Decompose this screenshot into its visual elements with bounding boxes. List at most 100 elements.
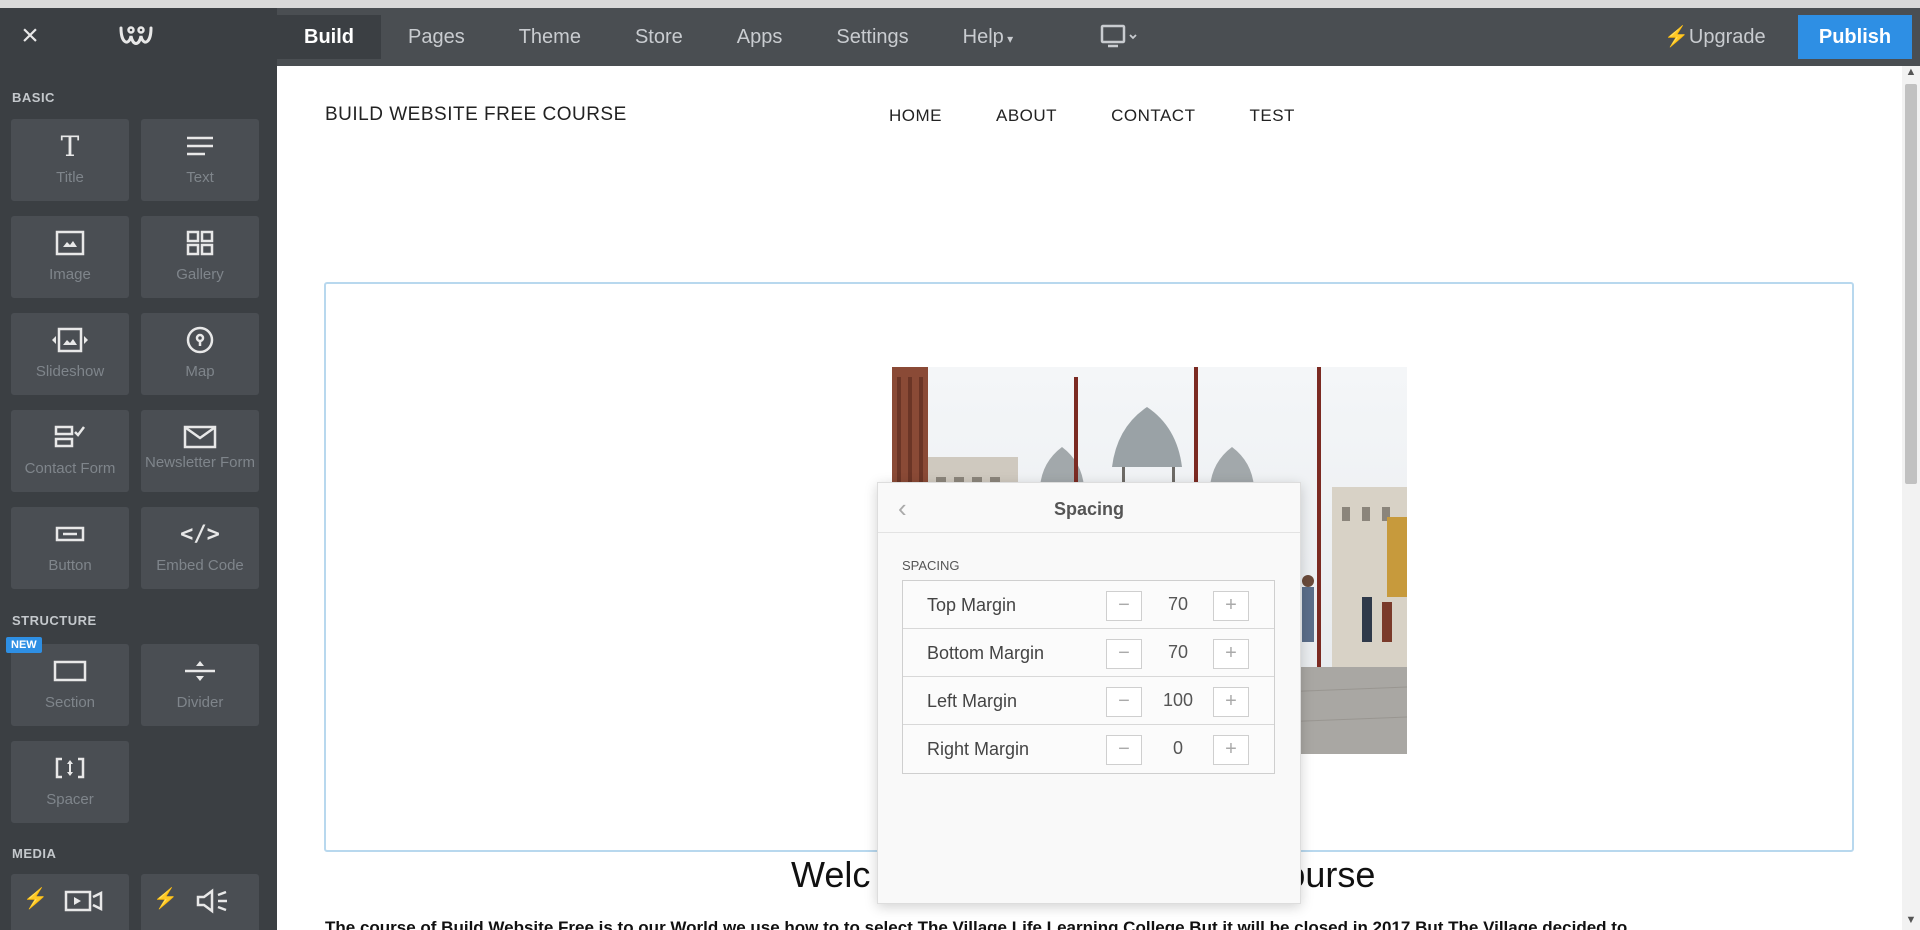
element-newsletter-form-label: Newsletter Form: [144, 454, 256, 471]
spacing-popover: ‹ Spacing SPACING Top Margin − 70 + Bott…: [877, 482, 1301, 904]
element-contact-form-label: Contact Form: [24, 460, 116, 477]
tab-build[interactable]: Build: [277, 15, 381, 59]
chevron-down-icon: ▾: [1003, 32, 1014, 46]
section-heading-media: MEDIA: [12, 846, 57, 861]
decrement-button[interactable]: −: [1106, 735, 1142, 765]
element-map-label: Map: [185, 363, 215, 380]
envelope-icon: [141, 422, 259, 452]
element-spacer[interactable]: Spacer: [11, 741, 129, 823]
element-image[interactable]: Image: [11, 216, 129, 298]
decrement-button[interactable]: −: [1106, 639, 1142, 669]
element-slideshow[interactable]: Slideshow: [11, 313, 129, 395]
site-nav-contact[interactable]: CONTACT: [1111, 106, 1195, 126]
spacing-row-label: Top Margin: [927, 595, 1017, 615]
tab-settings[interactable]: Settings: [809, 8, 935, 66]
spacing-row-label: Right Margin: [927, 739, 1030, 759]
site-nav-home[interactable]: HOME: [889, 106, 942, 126]
spacing-value-input[interactable]: 0: [1143, 738, 1213, 759]
intro-paragraph[interactable]: The course of Build Website Free is to o…: [325, 918, 1627, 930]
site-nav: HOME ABOUT CONTACT TEST: [889, 106, 1349, 126]
upgrade-button[interactable]: ⚡Upgrade: [1664, 8, 1766, 66]
speaker-icon: [155, 886, 273, 916]
decrement-button[interactable]: −: [1106, 687, 1142, 717]
spacing-row-right-margin: Right Margin − 0 +: [903, 725, 1274, 773]
element-spacer-label: Spacer: [46, 791, 94, 808]
tab-pages[interactable]: Pages: [381, 8, 492, 66]
element-text-label: Text: [186, 169, 214, 186]
tab-help[interactable]: Help ▾: [936, 8, 1041, 66]
spacing-row-bottom-margin: Bottom Margin − 70 +: [903, 629, 1274, 677]
element-title-label: Title: [56, 169, 84, 186]
spacing-row-left-margin: Left Margin − 100 +: [903, 677, 1274, 725]
element-newsletter-form[interactable]: Newsletter Form: [141, 410, 259, 492]
elements-sidebar: BASIC T Title Text Image Gallery Slidesh…: [0, 66, 277, 930]
tab-theme[interactable]: Theme: [492, 8, 608, 66]
bolt-icon: ⚡: [1664, 26, 1689, 48]
element-video[interactable]: ⚡: [11, 874, 129, 930]
code-icon: </>: [180, 521, 220, 547]
tab-help-label: Help: [962, 26, 1004, 48]
site-nav-test[interactable]: TEST: [1249, 106, 1294, 126]
spacing-value-input[interactable]: 70: [1143, 642, 1213, 663]
element-button-label: Button: [48, 557, 92, 574]
video-icon: [25, 886, 143, 916]
increment-button[interactable]: +: [1213, 639, 1249, 669]
close-icon[interactable]: ×: [16, 21, 44, 51]
element-divider[interactable]: Divider: [141, 644, 259, 726]
section-heading-basic: BASIC: [12, 90, 55, 105]
spacing-row-top-margin: Top Margin − 70 +: [903, 581, 1274, 629]
popover-title: Spacing: [1053, 499, 1124, 519]
increment-button[interactable]: +: [1213, 591, 1249, 621]
element-gallery[interactable]: Gallery: [141, 216, 259, 298]
spacing-row-label: Left Margin: [927, 691, 1018, 711]
element-embed-code[interactable]: </> Embed Code: [141, 507, 259, 589]
divider-icon: [141, 656, 259, 686]
spacing-value-input[interactable]: 100: [1143, 690, 1213, 711]
gallery-grid-icon: [141, 228, 259, 258]
main-nav: Build Pages Theme Store Apps Settings He…: [277, 8, 1040, 66]
section-icon: [11, 656, 129, 686]
element-contact-form[interactable]: Contact Form: [11, 410, 129, 492]
weebly-logo-icon[interactable]: [118, 22, 154, 50]
top-toolbar: × Build Pages Theme Store Apps Settings …: [0, 8, 1920, 66]
popover-header: ‹ Spacing: [878, 483, 1300, 533]
element-text[interactable]: Text: [141, 119, 259, 201]
element-image-label: Image: [49, 266, 91, 283]
increment-button[interactable]: +: [1213, 687, 1249, 717]
scroll-up-arrow-icon[interactable]: ▲: [1902, 66, 1920, 82]
contact-form-icon: [11, 422, 129, 452]
upgrade-label: Upgrade: [1688, 26, 1766, 48]
tab-store[interactable]: Store: [608, 8, 710, 66]
element-section-label: Section: [44, 694, 96, 711]
spacing-table: Top Margin − 70 + Bottom Margin − 70 + L…: [902, 580, 1275, 774]
element-gallery-label: Gallery: [176, 266, 224, 283]
publish-button[interactable]: Publish: [1798, 15, 1912, 59]
element-slideshow-label: Slideshow: [35, 363, 105, 380]
tab-apps[interactable]: Apps: [710, 8, 810, 66]
element-section[interactable]: Section: [11, 644, 129, 726]
element-divider-label: Divider: [176, 694, 224, 711]
site-title[interactable]: BUILD WEBSITE FREE COURSE: [325, 104, 627, 126]
scroll-down-arrow-icon[interactable]: ▼: [1902, 914, 1920, 930]
section-heading-structure: STRUCTURE: [12, 613, 97, 628]
element-title[interactable]: T Title: [11, 119, 129, 201]
canvas-scrollbar[interactable]: ▲ ▼: [1902, 66, 1920, 930]
button-icon: [11, 519, 129, 549]
spacing-value-input[interactable]: 70: [1143, 594, 1213, 615]
popover-subtitle: SPACING: [902, 558, 960, 573]
image-icon: [11, 228, 129, 258]
slideshow-icon: [11, 325, 129, 355]
element-button[interactable]: Button: [11, 507, 129, 589]
text-lines-icon: [141, 131, 259, 161]
map-pin-icon: [141, 325, 259, 355]
decrement-button[interactable]: −: [1106, 591, 1142, 621]
element-audio[interactable]: ⚡: [141, 874, 259, 930]
element-map[interactable]: Map: [141, 313, 259, 395]
scroll-thumb[interactable]: [1905, 84, 1917, 484]
desktop-view-icon[interactable]: [1100, 24, 1140, 50]
site-nav-about[interactable]: ABOUT: [996, 106, 1057, 126]
new-badge: NEW: [6, 637, 42, 653]
spacer-icon: [11, 753, 129, 783]
title-icon: T: [60, 129, 80, 163]
increment-button[interactable]: +: [1213, 735, 1249, 765]
